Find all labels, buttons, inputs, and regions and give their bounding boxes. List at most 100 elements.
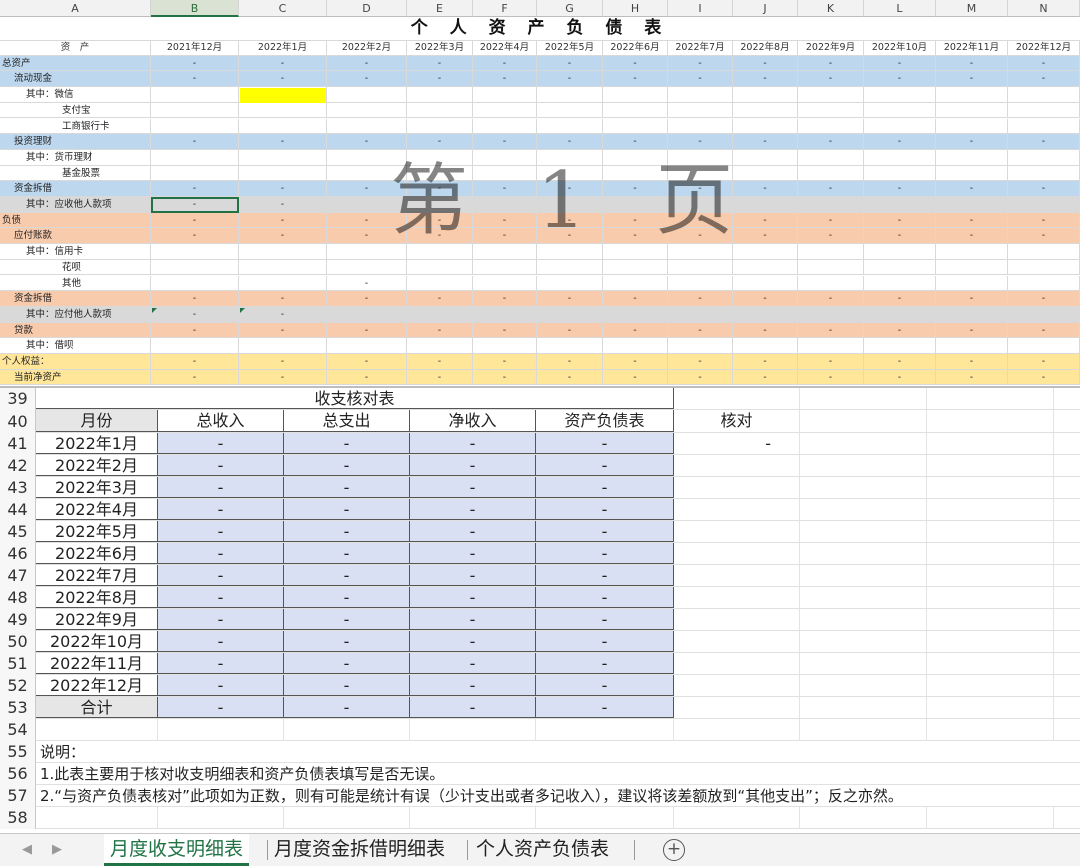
value-cell[interactable]: [798, 338, 864, 353]
empty-cell[interactable]: [927, 631, 1054, 652]
value-cell[interactable]: -: [327, 55, 407, 71]
month-header-cell[interactable]: 2022年3月: [407, 40, 473, 55]
amount-cell[interactable]: -: [536, 587, 674, 608]
value-cell[interactable]: [1008, 338, 1080, 353]
value-cell[interactable]: [936, 102, 1008, 118]
value-cell[interactable]: [327, 87, 407, 102]
value-cell[interactable]: -: [473, 134, 537, 149]
row-number[interactable]: 52: [0, 675, 36, 697]
value-cell[interactable]: -: [864, 134, 936, 149]
row-number[interactable]: 55: [0, 741, 36, 763]
value-cell[interactable]: [473, 118, 537, 134]
value-cell[interactable]: [864, 244, 936, 259]
value-cell[interactable]: -: [151, 212, 239, 228]
value-cell[interactable]: [327, 306, 407, 322]
empty-cell[interactable]: [536, 807, 674, 828]
value-cell[interactable]: -: [668, 212, 733, 228]
amount-cell[interactable]: -: [158, 499, 284, 520]
month-cell[interactable]: 2022年10月: [36, 631, 158, 652]
label-cell[interactable]: [0, 212, 151, 228]
value-cell[interactable]: [151, 338, 239, 353]
column-header-f[interactable]: F: [473, 0, 537, 17]
row-number[interactable]: 53: [0, 697, 36, 719]
value-cell[interactable]: [239, 118, 327, 134]
empty-cell[interactable]: [927, 653, 1054, 674]
month-header-cell[interactable]: 2022年2月: [327, 40, 407, 55]
value-cell[interactable]: [798, 149, 864, 165]
empty-cell[interactable]: [674, 388, 800, 409]
value-cell[interactable]: -: [936, 181, 1008, 196]
month-header-cell[interactable]: 2022年7月: [668, 40, 733, 55]
check-cell[interactable]: [674, 543, 800, 564]
empty-cell[interactable]: [800, 807, 927, 828]
value-cell[interactable]: -: [798, 228, 864, 244]
value-cell[interactable]: [864, 275, 936, 291]
value-cell[interactable]: [603, 118, 668, 134]
value-cell[interactable]: -: [936, 291, 1008, 306]
value-cell[interactable]: -: [668, 228, 733, 244]
empty-cell[interactable]: [800, 653, 927, 674]
empty-cell[interactable]: [800, 499, 927, 520]
empty-cell[interactable]: [927, 807, 1054, 828]
value-cell[interactable]: [239, 244, 327, 259]
label-cell[interactable]: [0, 275, 151, 291]
empty-cell[interactable]: [927, 410, 1054, 432]
value-cell[interactable]: [473, 165, 537, 181]
check-cell[interactable]: [674, 477, 800, 498]
month-cell[interactable]: 2022年2月: [36, 455, 158, 476]
value-cell[interactable]: [668, 275, 733, 291]
value-cell[interactable]: [151, 244, 239, 259]
value-cell[interactable]: -: [798, 71, 864, 87]
label-cell[interactable]: [0, 369, 151, 385]
value-cell[interactable]: -: [668, 134, 733, 149]
value-cell[interactable]: -: [798, 369, 864, 385]
check-cell[interactable]: [674, 653, 800, 674]
value-cell[interactable]: [733, 165, 798, 181]
value-cell[interactable]: -: [1008, 71, 1080, 87]
value-cell[interactable]: [239, 259, 327, 275]
value-cell[interactable]: -: [936, 212, 1008, 228]
value-cell[interactable]: -: [327, 369, 407, 385]
value-cell[interactable]: [864, 306, 936, 322]
check-cell[interactable]: [674, 697, 800, 718]
value-cell[interactable]: [603, 338, 668, 353]
value-cell[interactable]: [473, 87, 537, 102]
note-line[interactable]: 1.此表主要用于核对收支明细表和资产负债表填写是否无误。: [40, 763, 444, 785]
empty-cell[interactable]: [927, 587, 1054, 608]
amount-cell[interactable]: -: [536, 631, 674, 652]
empty-cell[interactable]: [800, 697, 927, 718]
amount-cell[interactable]: -: [536, 697, 674, 718]
value-cell[interactable]: -: [864, 55, 936, 71]
value-cell[interactable]: [407, 306, 473, 322]
value-cell[interactable]: -: [473, 55, 537, 71]
value-cell[interactable]: -: [239, 197, 327, 212]
value-cell[interactable]: -: [1008, 354, 1080, 369]
value-cell[interactable]: -: [327, 322, 407, 338]
label-cell[interactable]: [0, 134, 151, 149]
value-cell[interactable]: [407, 87, 473, 102]
amount-cell[interactable]: -: [410, 675, 536, 696]
column-header-m[interactable]: M: [936, 0, 1008, 17]
row-number[interactable]: 48: [0, 587, 36, 609]
column-header-b[interactable]: B: [151, 0, 239, 17]
amount-cell[interactable]: -: [284, 697, 410, 718]
value-cell[interactable]: -: [239, 322, 327, 338]
value-cell[interactable]: [668, 149, 733, 165]
column-header-h[interactable]: H: [603, 0, 668, 17]
value-cell[interactable]: -: [668, 291, 733, 306]
value-cell[interactable]: -: [151, 291, 239, 306]
month-cell[interactable]: 2022年7月: [36, 565, 158, 586]
value-cell[interactable]: -: [603, 71, 668, 87]
value-cell[interactable]: -: [864, 354, 936, 369]
value-cell[interactable]: -: [327, 354, 407, 369]
amount-cell[interactable]: -: [536, 521, 674, 542]
value-cell[interactable]: [733, 102, 798, 118]
value-cell[interactable]: -: [798, 354, 864, 369]
value-cell[interactable]: -: [327, 71, 407, 87]
check-cell[interactable]: [674, 565, 800, 586]
check-cell[interactable]: [674, 631, 800, 652]
row-number[interactable]: 39: [0, 388, 36, 410]
value-cell[interactable]: [603, 149, 668, 165]
value-cell[interactable]: [1008, 102, 1080, 118]
value-cell[interactable]: [798, 275, 864, 291]
